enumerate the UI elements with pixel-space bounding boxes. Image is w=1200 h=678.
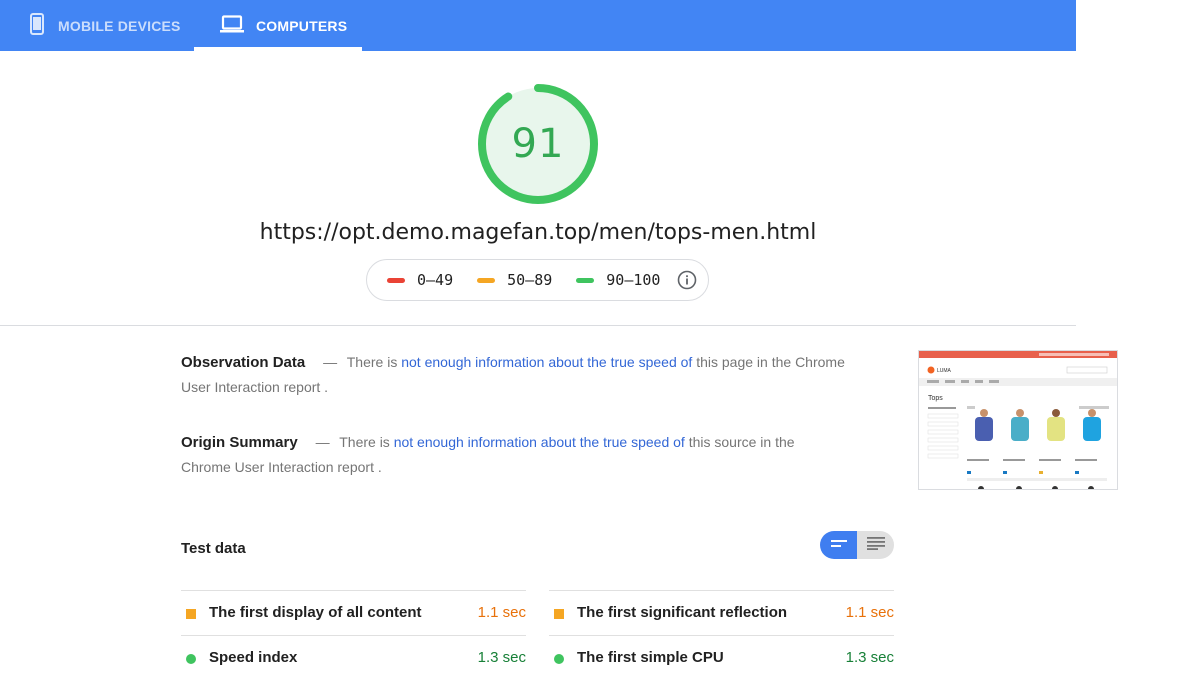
- page-screenshot-thumbnail: LUMA Tops: [918, 350, 1118, 490]
- legend-item-average: 50–89: [477, 271, 552, 289]
- observation-prefix: There is: [346, 354, 398, 370]
- legend-swatch-good: [576, 277, 595, 283]
- metric-label: Speed index: [209, 649, 298, 666]
- metric-value: 1.3 sec: [845, 649, 894, 666]
- origin-info-link[interactable]: not enough information about the true sp…: [394, 434, 685, 450]
- test-data-title: Test data: [181, 540, 246, 557]
- metric-value: 1.3 sec: [477, 649, 526, 666]
- tab-mobile-label: MOBILE DEVICES: [58, 17, 181, 34]
- tab-computers-label: COMPUTERS: [256, 17, 348, 34]
- detailed-list-icon: [866, 536, 886, 555]
- legend-item-poor: 0–49: [387, 271, 453, 289]
- performance-score: 91: [511, 121, 565, 167]
- smartphone-icon: [28, 13, 46, 38]
- origin-dash: —: [315, 434, 330, 450]
- legend-range-poor: 0–49: [417, 271, 454, 289]
- compact-view-button[interactable]: [820, 531, 857, 559]
- legend-swatch-poor: [387, 277, 405, 283]
- section-divider: [0, 325, 1076, 326]
- expanded-view-button[interactable]: [857, 531, 894, 559]
- legend-item-good: 90–100: [576, 271, 660, 289]
- average-indicator-icon: [554, 609, 564, 619]
- good-indicator-icon: [554, 654, 564, 664]
- score-legend: 0–49 50–89 90–100: [366, 259, 709, 301]
- thumb-logo: LUMA: [937, 368, 952, 374]
- metric-first-cpu-idle: The first simple CPU 1.3 sec: [549, 635, 894, 678]
- observation-info-link[interactable]: not enough information about the true sp…: [401, 354, 692, 370]
- observation-title: Observation Data: [181, 354, 306, 371]
- legend-swatch-average: [477, 277, 496, 283]
- legend-range-good: 90–100: [606, 271, 661, 289]
- observation-data-section: Observation Data — There is not enough i…: [181, 350, 861, 399]
- laptop-icon: [220, 15, 244, 36]
- good-indicator-icon: [186, 654, 196, 664]
- metric-speed-index: Speed index 1.3 sec: [181, 635, 526, 678]
- average-indicator-icon: [186, 609, 196, 619]
- origin-prefix: There is: [339, 434, 390, 450]
- metric-first-meaningful-paint: The first significant reflection 1.1 sec: [549, 590, 894, 635]
- tab-computers[interactable]: COMPUTERS: [220, 0, 347, 51]
- tab-mobile-devices[interactable]: MOBILE DEVICES: [28, 0, 181, 51]
- observation-dash: —: [323, 354, 338, 370]
- legend-range-average: 50–89: [507, 271, 553, 289]
- origin-title: Origin Summary: [181, 434, 298, 451]
- metric-value: 1.1 sec: [477, 604, 526, 621]
- metric-value: 1.1 sec: [845, 604, 894, 621]
- metric-label: The first simple CPU: [577, 649, 724, 666]
- metric-label: The first significant reflection: [577, 604, 788, 621]
- info-icon[interactable]: [677, 270, 697, 290]
- thumb-heading: Tops: [928, 395, 943, 402]
- origin-summary-section: Origin Summary — There is not enough inf…: [181, 430, 801, 479]
- active-tab-indicator: [194, 47, 362, 51]
- metric-label: The first display of all content: [209, 604, 422, 621]
- view-toggle: [820, 531, 894, 559]
- device-tab-bar: MOBILE DEVICES COMPUTERS: [0, 0, 1076, 51]
- metric-first-contentful-paint: The first display of all content 1.1 sec: [181, 590, 526, 635]
- page-url: https://opt.demo.magefan.top/men/tops-me…: [259, 220, 817, 245]
- compact-list-icon: [830, 536, 848, 554]
